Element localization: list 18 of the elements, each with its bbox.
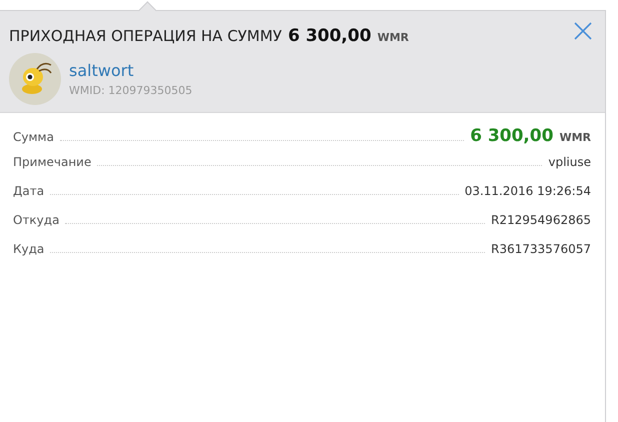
header-title: ПРИХОДНАЯ ОПЕРАЦИЯ НА СУММУ xyxy=(9,27,282,45)
header-currency: WMR xyxy=(377,31,409,44)
avatar-icon xyxy=(9,53,61,105)
detail-value: R361733576057 xyxy=(491,242,591,256)
close-button[interactable] xyxy=(573,21,593,41)
detail-label: Примечание xyxy=(13,155,92,169)
detail-value: vpliuse xyxy=(548,155,591,169)
currency-label: WMR xyxy=(559,131,591,144)
detail-label: Откуда xyxy=(13,213,60,227)
detail-label: Куда xyxy=(13,242,44,256)
amount-value: 6 300,00 xyxy=(470,126,554,146)
wmid-text: WMID: 120979350505 xyxy=(69,84,192,97)
header-amount: 6 300,00 xyxy=(288,26,372,46)
detail-value: R212954962865 xyxy=(491,213,591,227)
detail-label: Сумма xyxy=(13,130,54,144)
user-name-link[interactable]: saltwort xyxy=(69,61,192,80)
detail-label: Дата xyxy=(13,184,44,198)
detail-value: 03.11.2016 19:26:54 xyxy=(464,184,591,198)
